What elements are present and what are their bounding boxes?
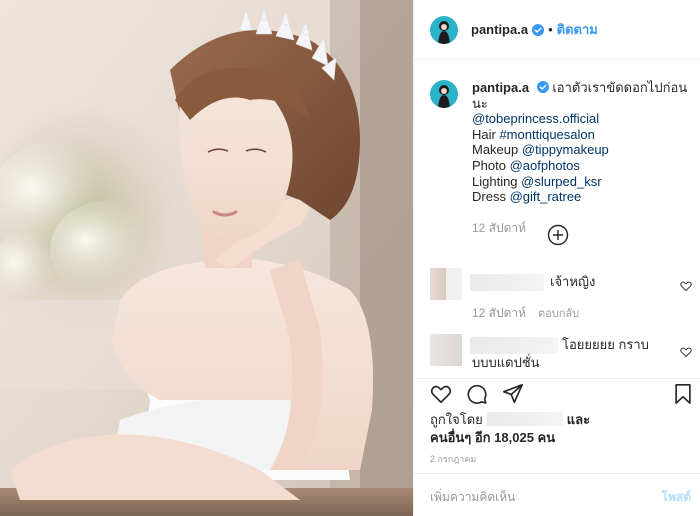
caption: pantipa.a เอาตัวเราขัดดอกไปก่อนนะ @tobep… — [430, 80, 690, 236]
caption-link-aofphotos[interactable]: @aofphotos — [510, 158, 580, 173]
comment-item: เจ้าหญิง 12 สัปดาห์ ตอบกลับ — [430, 268, 692, 320]
post-photo[interactable] — [0, 0, 413, 516]
share-icon[interactable] — [502, 383, 524, 405]
header-username[interactable]: pantipa.a — [471, 22, 528, 37]
comment-heart-icon[interactable] — [680, 346, 692, 358]
caption-link-slurped-ksr[interactable]: @slurped_ksr — [521, 174, 601, 189]
add-comment-bar: เพิ่มความคิดเห็น โพสต์ — [414, 473, 700, 516]
follow-button[interactable]: ติดตาม — [557, 19, 598, 40]
avatar[interactable] — [430, 15, 458, 44]
post-side-panel: pantipa.a • ติดตาม pantipa.a เอาตัวเราขั… — [413, 0, 700, 516]
blurred-liker[interactable] — [486, 412, 563, 426]
comment-timestamp[interactable]: 12 สัปดาห์ — [472, 304, 526, 323]
caption-line-prefix: Makeup — [472, 142, 522, 158]
post-date[interactable]: 2 กรกฎาคม — [430, 452, 476, 466]
comment-text: เจ้าหญิง — [550, 274, 596, 289]
comment-heart-icon[interactable] — [680, 280, 692, 292]
comment-icon[interactable] — [466, 383, 488, 405]
caption-link-tobeprincess[interactable]: @tobeprincess.official — [472, 111, 599, 126]
avatar[interactable] — [430, 268, 462, 300]
caption-link-monttiquesalon[interactable]: #monttiquesalon — [499, 127, 594, 142]
avatar[interactable] — [430, 80, 458, 108]
verified-badge-icon — [536, 81, 549, 93]
likes-and: และ — [566, 412, 591, 427]
caption-line-prefix: Dress — [472, 189, 510, 205]
comment-text-line1: โอยยยยย กราบ — [562, 337, 649, 352]
caption-line-prefix: Photo — [472, 157, 510, 173]
likes-prefix: ถูกใจโดย — [430, 412, 483, 427]
plus-circle-icon[interactable] — [547, 224, 569, 246]
comments-area[interactable]: pantipa.a เอาตัวเราขัดดอกไปก่อนนะ @tobep… — [414, 60, 700, 378]
avatar[interactable] — [430, 334, 462, 366]
caption-line-prefix: Lighting — [472, 173, 522, 189]
post-comment-button[interactable]: โพสต์ — [662, 488, 691, 507]
heart-icon[interactable] — [430, 383, 452, 405]
likes-others-link[interactable]: คนอื่นๆ อีก 18,025 คน — [430, 430, 555, 445]
caption-line-prefix: Hair — [472, 126, 500, 142]
caption-text: pantipa.a เอาตัวเราขัดดอกไปก่อนนะ @tobep… — [472, 80, 690, 236]
action-icons-row — [430, 383, 691, 405]
add-comment-input[interactable]: เพิ่มความคิดเห็น — [430, 488, 515, 507]
blurred-username[interactable] — [470, 274, 544, 291]
separator-dot: • — [548, 22, 553, 37]
reply-button[interactable]: ตอบกลับ — [538, 304, 579, 322]
caption-timestamp[interactable]: 12 สัปดาห์ — [472, 221, 690, 237]
caption-link-tippymakeup[interactable]: @tippymakeup — [522, 142, 609, 157]
post-header: pantipa.a • ติดตาม — [414, 0, 700, 60]
comment-text-line2: บบบแดปชั่น — [472, 355, 540, 370]
bookmark-icon[interactable] — [672, 383, 694, 405]
verified-badge-icon — [532, 23, 545, 36]
blurred-username[interactable] — [470, 337, 558, 354]
comment-item: โอยยยยย กราบ บบบแดปชั่น — [430, 334, 692, 378]
caption-link-gift-ratree[interactable]: @gift_ratree — [510, 189, 582, 204]
caption-username[interactable]: pantipa.a — [472, 80, 529, 95]
bride-photo-image — [0, 0, 413, 516]
post-actions: ถูกใจโดย และ คนอื่นๆ อีก 18,025 คน 2 กรกฎ… — [414, 378, 700, 516]
likes-summary: ถูกใจโดย และ คนอื่นๆ อีก 18,025 คน — [430, 411, 690, 447]
